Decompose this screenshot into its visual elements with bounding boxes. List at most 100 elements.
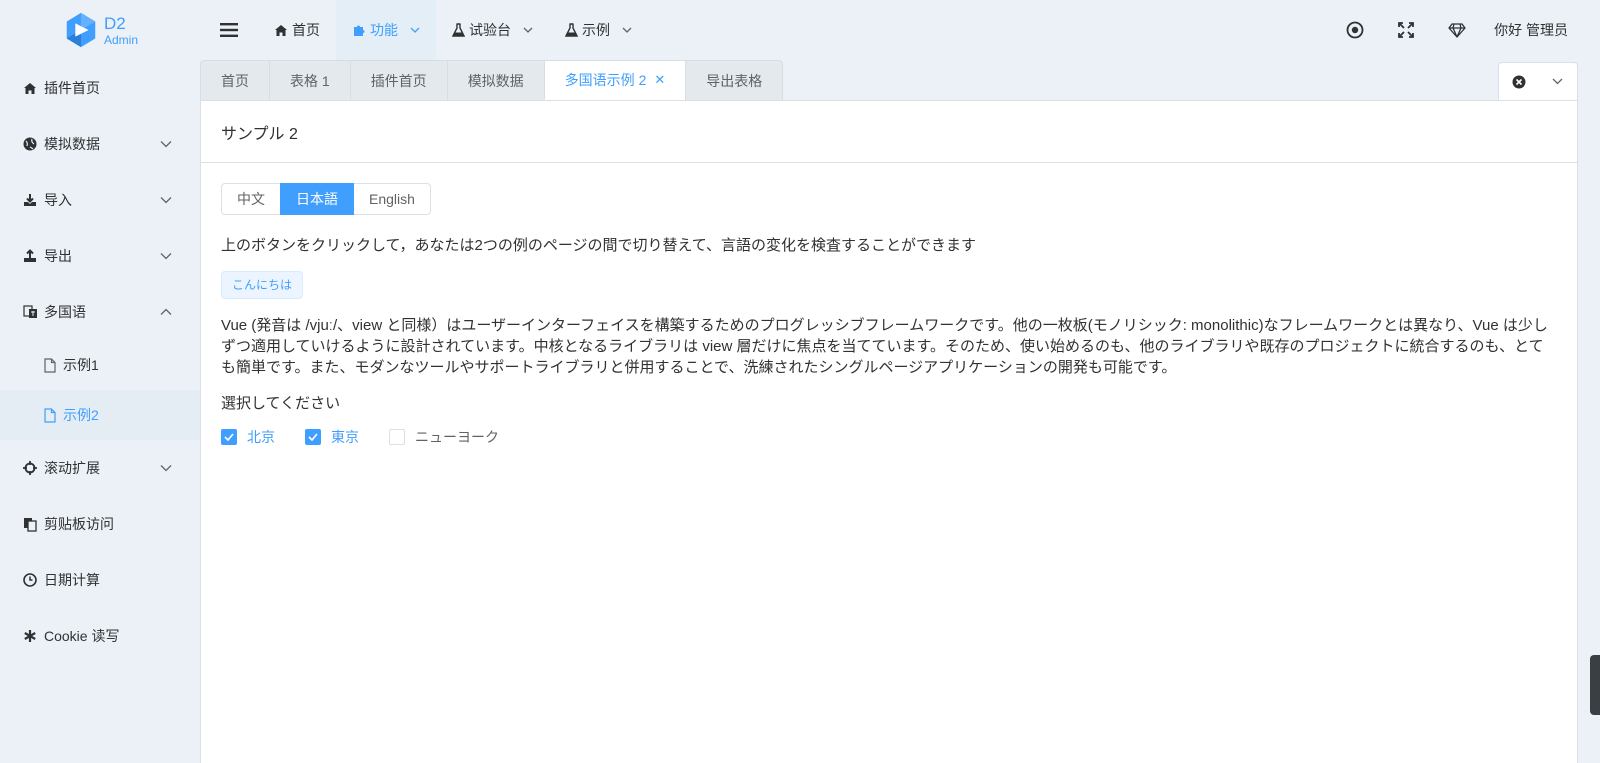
sidebar-item-i18n[interactable]: 多国语 bbox=[0, 284, 200, 340]
close-tabs-button[interactable] bbox=[1499, 63, 1538, 100]
city-checkbox-group: 北京 東京 ニューヨーク bbox=[221, 427, 1557, 447]
sidebar-item-import[interactable]: 导入 bbox=[0, 172, 200, 228]
upload-icon bbox=[24, 249, 36, 262]
sidebar-item-label: 模拟数据 bbox=[44, 136, 100, 152]
checkbox-box[interactable] bbox=[305, 429, 321, 445]
top-menu-item-features[interactable]: 功能 bbox=[336, 0, 436, 60]
checkbox-new-york[interactable]: ニューヨーク bbox=[389, 427, 499, 447]
sidebar-item-mock-data[interactable]: 模拟数据 bbox=[0, 116, 200, 172]
chevron-down-icon bbox=[160, 141, 172, 148]
sidebar-item-clipboard[interactable]: 剪贴板访问 bbox=[0, 496, 200, 552]
top-menu-label: 试验台 bbox=[469, 22, 511, 38]
flask-icon bbox=[452, 23, 465, 37]
language-switcher: 中文 日本語 English bbox=[221, 183, 431, 215]
app-logo[interactable]: D2 Admin bbox=[0, 0, 200, 60]
tab-label: 模拟数据 bbox=[467, 72, 524, 89]
close-icon[interactable]: ✕ bbox=[654, 72, 665, 88]
hamburger-icon bbox=[220, 23, 238, 37]
page-header: サンプル 2 bbox=[201, 101, 1577, 163]
puzzle-icon bbox=[354, 25, 365, 36]
top-menu-item-examples[interactable]: 示例 bbox=[549, 0, 648, 60]
sidebar-item-label: 剪贴板访问 bbox=[44, 516, 114, 532]
chevron-down-icon bbox=[410, 27, 420, 33]
sidebar-item-label: 导入 bbox=[44, 192, 72, 208]
sidebar-item-scroll[interactable]: 滚动扩展 bbox=[0, 440, 200, 496]
clipboard-icon bbox=[24, 517, 37, 532]
checkbox-box[interactable] bbox=[221, 429, 237, 445]
sidebar-item-example2[interactable]: 示例2 bbox=[0, 390, 200, 440]
chevron-down-icon bbox=[1552, 78, 1563, 85]
fullscreen-icon bbox=[1397, 22, 1414, 38]
top-header: 首页 功能 试验台 示例 你好 管理员 bbox=[200, 0, 1600, 60]
vue-description: Vue (発音は /vjuː/、view と同様）はユーザーインターフェイスを構… bbox=[221, 317, 1548, 376]
file-icon bbox=[44, 357, 56, 373]
globe-icon bbox=[23, 137, 37, 151]
sidebar-item-label: 多国语 bbox=[44, 304, 86, 320]
tab-label: 导出表格 bbox=[706, 72, 763, 89]
home-icon bbox=[275, 24, 287, 36]
page-body: 中文 日本語 English 上のボタンをクリックして，あなたは2つの例のページ… bbox=[201, 163, 1577, 467]
sidebar-item-label: Cookie 读写 bbox=[44, 628, 120, 644]
checkbox-beijing[interactable]: 北京 bbox=[221, 427, 275, 447]
fullscreen-button[interactable] bbox=[1380, 0, 1431, 60]
check-icon bbox=[224, 433, 234, 441]
sidebar-item-label: 插件首页 bbox=[44, 80, 100, 96]
tab-label: 表格 1 bbox=[290, 72, 330, 89]
checkbox-label: 北京 bbox=[247, 429, 275, 445]
chevron-down-icon bbox=[160, 197, 172, 204]
menu-toggle-button[interactable] bbox=[200, 0, 258, 60]
sidebar-item-export[interactable]: 导出 bbox=[0, 228, 200, 284]
sidebar-item-label: 导出 bbox=[44, 248, 72, 264]
sidebar-item-example1[interactable]: 示例1 bbox=[0, 340, 200, 390]
sidebar-item-label: 日期计算 bbox=[44, 572, 100, 588]
tab-i18n-example2[interactable]: 多国语示例 2 ✕ bbox=[543, 60, 687, 100]
tab-dropdown-button[interactable] bbox=[1538, 63, 1577, 100]
floating-widget[interactable] bbox=[1590, 655, 1600, 715]
tab-home[interactable]: 首页 bbox=[200, 60, 270, 100]
sidebar-item-label: 滚动扩展 bbox=[44, 460, 100, 476]
top-menu-item-testbench[interactable]: 试验台 bbox=[436, 0, 549, 60]
top-menu-label: 功能 bbox=[370, 22, 398, 38]
logo-title: D2 bbox=[103, 13, 126, 33]
top-menu: 首页 功能 试验台 示例 bbox=[258, 0, 648, 60]
lang-button-zh[interactable]: 中文 bbox=[221, 183, 281, 215]
log-button[interactable] bbox=[1329, 0, 1380, 60]
chevron-up-icon bbox=[160, 308, 172, 315]
user-menu[interactable]: 你好 管理员 bbox=[1482, 20, 1600, 40]
sidebar: 插件首页 模拟数据 导入 导出 多国语 示例1 示例2 滚动扩展 剪贴板访问 日 bbox=[0, 60, 200, 763]
lang-button-en[interactable]: English bbox=[353, 183, 431, 215]
diamond-icon bbox=[1447, 22, 1466, 38]
file-icon bbox=[44, 407, 56, 423]
sidebar-item-plugin-home[interactable]: 插件首页 bbox=[0, 60, 200, 116]
top-menu-label: 示例 bbox=[582, 22, 610, 38]
main-content: サンプル 2 中文 日本語 English 上のボタンをクリックして，あなたは2… bbox=[200, 100, 1578, 763]
sidebar-item-date-calc[interactable]: 日期计算 bbox=[0, 552, 200, 608]
tab-plugin-home[interactable]: 插件首页 bbox=[349, 60, 448, 100]
tab-table1[interactable]: 表格 1 bbox=[269, 60, 351, 100]
checkbox-label: 東京 bbox=[331, 429, 359, 445]
crosshair-icon bbox=[23, 461, 37, 475]
flask-icon bbox=[565, 23, 578, 37]
header-actions: 你好 管理员 bbox=[1329, 0, 1600, 60]
checkbox-tokyo[interactable]: 東京 bbox=[305, 427, 359, 447]
chevron-down-icon bbox=[160, 465, 172, 472]
lang-button-ja[interactable]: 日本語 bbox=[280, 183, 354, 215]
chevron-down-icon bbox=[160, 253, 172, 260]
target-icon bbox=[1346, 21, 1364, 39]
intro-text: 上のボタンをクリックして，あなたは2つの例のページの間で切り替えて、言語の変化を… bbox=[221, 237, 977, 254]
sidebar-item-cookie[interactable]: Cookie 读写 bbox=[0, 608, 200, 664]
page-title: サンプル 2 bbox=[221, 125, 298, 143]
checkbox-box[interactable] bbox=[389, 429, 405, 445]
logo-subtitle: Admin bbox=[103, 32, 138, 47]
clock-icon bbox=[23, 573, 37, 587]
tab-mock-data[interactable]: 模拟数据 bbox=[446, 60, 545, 100]
tab-export-table[interactable]: 导出表格 bbox=[685, 60, 784, 100]
home-icon bbox=[24, 82, 36, 94]
chevron-down-icon bbox=[523, 27, 533, 33]
top-menu-item-home[interactable]: 首页 bbox=[258, 0, 336, 60]
check-icon bbox=[308, 433, 318, 441]
asterisk-icon bbox=[24, 630, 36, 642]
close-circle-icon bbox=[1512, 75, 1525, 88]
theme-button[interactable] bbox=[1431, 0, 1482, 60]
page-tabs: 首页 表格 1 插件首页 模拟数据 多国语示例 2 ✕ 导出表格 bbox=[200, 60, 784, 100]
